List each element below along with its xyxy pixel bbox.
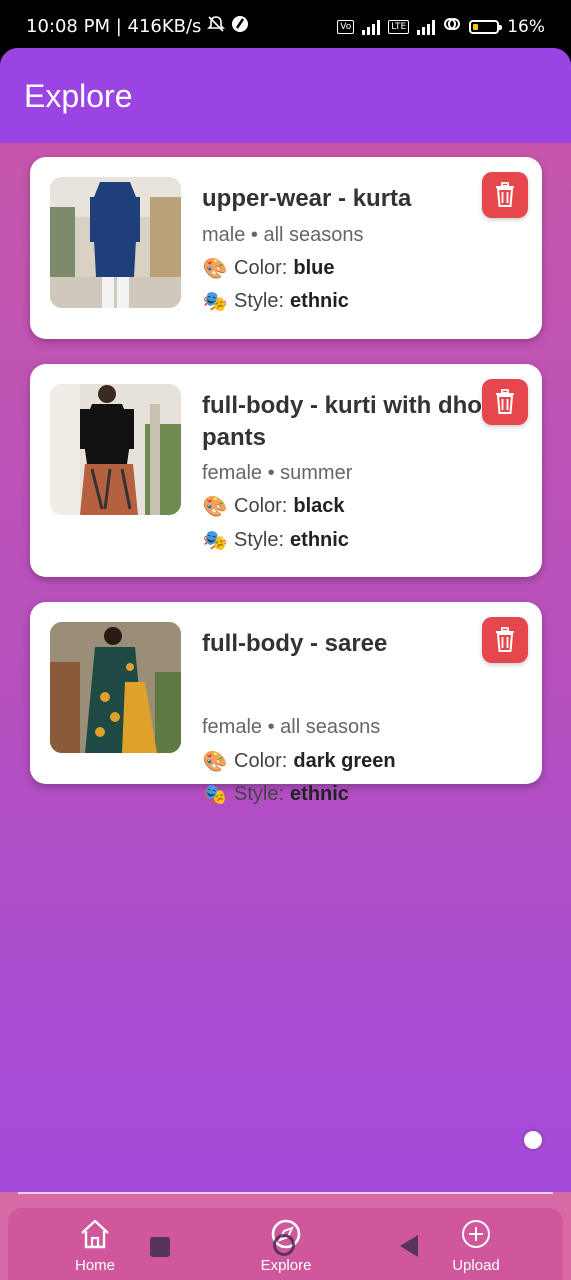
outfit-color: 🎨 Color: blue (202, 256, 335, 281)
outfit-color: 🎨 Color: black (202, 494, 345, 519)
signal-icon (362, 19, 381, 35)
style-label: Style: (234, 783, 285, 805)
trash-icon (496, 182, 514, 207)
app-screen: Explore upper-wear - kurta male • all se… (0, 48, 571, 1280)
signal-icon-2 (417, 19, 436, 35)
nav-home[interactable]: Home (50, 1218, 140, 1274)
palette-icon: 🎨 (202, 258, 228, 280)
outfit-style: 🎭 Style: ethnic (202, 289, 349, 314)
delete-button[interactable] (482, 379, 528, 425)
outfit-color: 🎨 Color: dark green (202, 749, 396, 774)
app-header: Explore (0, 48, 571, 143)
theater-masks-icon: 🎭 (202, 784, 228, 806)
nav-explore-label: Explore (260, 1257, 312, 1274)
battery-level: 16% (507, 16, 545, 37)
style-label: Style: (234, 529, 285, 551)
outfit-meta: female • all seasons (202, 716, 381, 738)
style-value: ethnic (290, 290, 349, 312)
divider (18, 1192, 553, 1194)
palette-icon: 🎨 (202, 496, 228, 518)
volte-icon: Vo (337, 19, 355, 34)
status-left: 10:08 PM | 416KB/s (26, 15, 249, 38)
lte-icon: LTE (388, 19, 410, 34)
style-label: Style: (234, 290, 285, 312)
delete-button[interactable] (482, 617, 528, 663)
color-label: Color: (234, 495, 288, 517)
status-right: Vo LTE 16% (337, 15, 545, 38)
trash-icon (496, 627, 514, 652)
nav-upload-label: Upload (452, 1257, 500, 1274)
color-value: blue (293, 257, 335, 279)
battery-icon (469, 19, 503, 34)
nav-upload[interactable]: Upload (431, 1218, 521, 1274)
palette-icon: 🎨 (202, 751, 228, 773)
floating-indicator[interactable] (524, 1131, 542, 1149)
outfit-card[interactable]: full-body - saree female • all seasons 🎨… (30, 602, 542, 806)
link-icon (443, 15, 461, 38)
page-title: Explore (24, 78, 133, 114)
delete-button[interactable] (482, 172, 528, 218)
outfit-style: 🎭 Style: ethnic (202, 782, 349, 807)
app-icon (231, 15, 249, 38)
system-home-button[interactable] (273, 1234, 295, 1256)
style-value: ethnic (290, 529, 349, 551)
home-icon (81, 1219, 109, 1249)
color-label: Color: (234, 750, 288, 772)
trash-icon (496, 389, 514, 414)
nav-home-label: Home (74, 1257, 115, 1274)
color-value: black (293, 495, 345, 517)
status-time-speed: 10:08 PM | 416KB/s (26, 16, 202, 37)
system-back-button[interactable] (400, 1235, 418, 1257)
status-bar: 10:08 PM | 416KB/s Vo LTE 16% (0, 0, 571, 48)
style-value: ethnic (290, 783, 349, 805)
theater-masks-icon: 🎭 (202, 291, 228, 313)
recent-apps-button[interactable] (150, 1237, 170, 1257)
outfit-image (50, 384, 181, 515)
theater-masks-icon: 🎭 (202, 530, 228, 552)
outfit-meta: female • summer (202, 462, 353, 484)
outfit-card[interactable]: upper-wear - kurta male • all seasons 🎨 … (30, 157, 542, 339)
outfit-image (50, 177, 181, 308)
mute-bell-icon (207, 15, 226, 38)
add-circle-icon (462, 1220, 490, 1248)
outfit-image (50, 622, 181, 753)
outfit-title: full-body - kurti with dhoti pants (202, 392, 497, 451)
color-label: Color: (234, 257, 288, 279)
color-value: dark green (293, 750, 396, 772)
outfit-style: 🎭 Style: ethnic (202, 528, 349, 553)
outfit-card[interactable]: full-body - kurti with dhoti pants femal… (30, 364, 542, 577)
outfit-meta: male • all seasons (202, 224, 364, 246)
